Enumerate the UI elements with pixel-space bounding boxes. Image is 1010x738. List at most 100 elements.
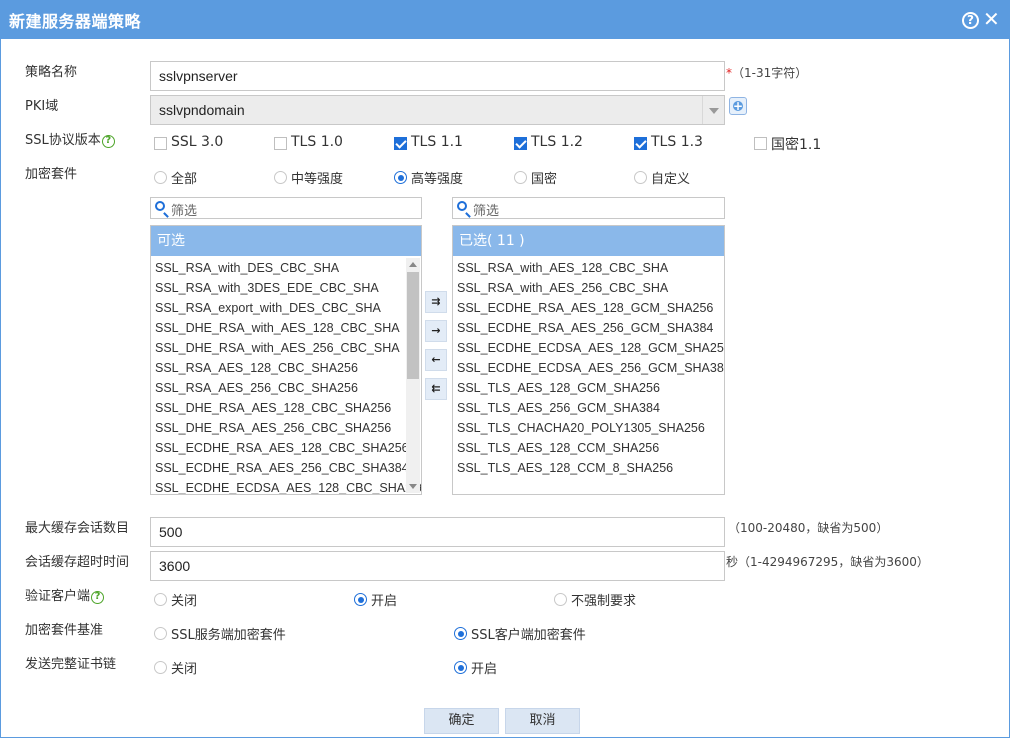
help-icon[interactable]: ? (962, 12, 979, 29)
cancel-button[interactable]: 取消 (505, 708, 580, 734)
ssl-version-label: SSL协议版本? (25, 129, 115, 148)
scrollbar-thumb[interactable] (407, 272, 419, 379)
tls11-checkbox[interactable] (394, 137, 407, 150)
cipher-custom-radio[interactable] (634, 171, 647, 184)
help-icon[interactable]: ? (101, 135, 115, 148)
list-item[interactable]: SSL_RSA_AES_128_CBC_SHA256 (155, 358, 421, 378)
list-item[interactable]: SSL_RSA_with_3DES_EDE_CBC_SHA (155, 278, 421, 298)
tls11-label: TLS 1.1 (411, 134, 463, 150)
verify-client-optional-label: 不强制要求 (571, 594, 637, 609)
list-item[interactable]: SSL_RSA_with_AES_128_CBC_SHA (457, 258, 724, 278)
move-all-right-button[interactable]: ⇉ (425, 291, 447, 313)
list-item[interactable]: SSL_TLS_AES_256_GCM_SHA384 (457, 398, 724, 418)
list-item[interactable]: SSL_ECDHE_RSA_AES_128_CBC_SHA256 (155, 438, 421, 458)
selected-items: SSL_RSA_with_AES_128_CBC_SHA SSL_RSA_with… (457, 258, 724, 478)
list-item[interactable]: SSL_ECDHE_ECDSA_AES_256_GCM_SHA384 (457, 358, 724, 378)
max-cache-hint: （100-20480，缺省为500） (728, 521, 889, 535)
selected-list-header: 已选( 11 ) (453, 226, 724, 256)
list-item[interactable]: SSL_RSA_with_AES_256_CBC_SHA (457, 278, 724, 298)
available-list-scrollbar[interactable] (406, 258, 420, 493)
verify-client-off-radio[interactable] (154, 593, 167, 606)
move-left-button[interactable]: ← (425, 349, 447, 371)
cipher-all-label: 全部 (171, 172, 198, 187)
pki-domain-value: sslvpndomain (159, 102, 245, 118)
list-item[interactable]: SSL_ECDHE_RSA_AES_256_CBC_SHA384 (155, 458, 421, 478)
cipher-medium-radio[interactable] (274, 171, 287, 184)
cipher-basis-server-label: SSL服务端加密套件 (171, 628, 286, 643)
list-item[interactable]: SSL_ECDHE_RSA_AES_128_GCM_SHA256 (457, 298, 724, 318)
available-items: SSL_RSA_with_DES_CBC_SHA SSL_RSA_with_3DE… (155, 258, 421, 494)
verify-client-on-label: 开启 (371, 594, 398, 609)
list-item[interactable]: SSL_DHE_RSA_AES_128_CBC_SHA256 (155, 398, 421, 418)
ssl30-checkbox[interactable] (154, 137, 167, 150)
tls13-checkbox[interactable] (634, 137, 647, 150)
selected-filter-input[interactable]: 筛选 (452, 197, 725, 219)
tls13-label: TLS 1.3 (651, 134, 703, 150)
list-item[interactable]: SSL_TLS_AES_128_CCM_SHA256 (457, 438, 724, 458)
verify-client-optional-radio[interactable] (554, 593, 567, 606)
cipher-basis-server-radio[interactable] (154, 627, 167, 640)
search-icon (155, 201, 165, 211)
dialog-title: 新建服务器端策略 (9, 12, 142, 31)
list-item[interactable]: SSL_ECDHE_ECDSA_AES_128_GCM_SHA256 (457, 338, 724, 358)
cache-timeout-hint: 秒（1-4294967295，缺省为3600） (726, 555, 929, 569)
chevron-down-icon[interactable] (702, 96, 724, 124)
list-item[interactable]: SSL_ECDHE_ECDSA_AES_128_CBC_SHA256 (155, 478, 421, 494)
pki-domain-select[interactable]: sslvpndomain (150, 95, 725, 125)
list-item[interactable]: SSL_TLS_AES_128_CCM_8_SHA256 (457, 458, 724, 478)
policy-name-input[interactable]: sslvpnserver (150, 61, 725, 91)
send-chain-label: 发送完整证书链 (25, 657, 117, 672)
cipher-medium-label: 中等强度 (291, 172, 344, 187)
list-item[interactable]: SSL_TLS_CHACHA20_POLY1305_SHA256 (457, 418, 724, 438)
selected-filter-placeholder: 筛选 (473, 204, 500, 219)
gm11-checkbox[interactable] (754, 137, 767, 150)
help-icon[interactable]: ? (91, 591, 105, 604)
dialog-title-bar: 新建服务器端策略 ? ✕ (0, 0, 1010, 39)
available-filter-placeholder: 筛选 (171, 204, 198, 219)
cipher-suite-label: 加密套件 (25, 167, 78, 182)
close-icon[interactable]: ✕ (983, 9, 1000, 29)
list-item[interactable]: SSL_DHE_RSA_with_AES_256_CBC_SHA (155, 338, 421, 358)
list-item[interactable]: SSL_TLS_AES_128_GCM_SHA256 (457, 378, 724, 398)
cache-timeout-input[interactable]: 3600 (150, 551, 725, 581)
verify-client-label-text: 验证客户端 (25, 589, 91, 604)
scroll-up-icon[interactable] (409, 262, 417, 267)
add-pki-domain-icon[interactable] (729, 97, 747, 115)
available-cipher-list[interactable]: 可选 SSL_RSA_with_DES_CBC_SHA SSL_RSA_with_… (150, 225, 422, 495)
list-item[interactable]: SSL_DHE_RSA_AES_256_CBC_SHA256 (155, 418, 421, 438)
scroll-down-icon[interactable] (409, 484, 417, 489)
cipher-all-radio[interactable] (154, 171, 167, 184)
max-cache-input[interactable]: 500 (150, 517, 725, 547)
tls10-label: TLS 1.0 (291, 134, 343, 150)
cipher-basis-client-radio[interactable] (454, 627, 467, 640)
move-all-left-button[interactable]: ⇇ (425, 378, 447, 400)
verify-client-label: 验证客户端? (25, 585, 105, 604)
cipher-gm-radio[interactable] (514, 171, 527, 184)
search-icon (457, 201, 467, 211)
gm11-label: 国密1.1 (771, 137, 822, 153)
policy-name-hint: *（1-31字符） (726, 64, 807, 81)
move-right-button[interactable]: → (425, 320, 447, 342)
list-item[interactable]: SSL_DHE_RSA_with_AES_128_CBC_SHA (155, 318, 421, 338)
send-chain-on-radio[interactable] (454, 661, 467, 674)
list-item[interactable]: SSL_RSA_export_with_DES_CBC_SHA (155, 298, 421, 318)
cipher-gm-label: 国密 (531, 172, 558, 187)
list-item[interactable]: SSL_RSA_AES_256_CBC_SHA256 (155, 378, 421, 398)
available-filter-input[interactable]: 筛选 (150, 197, 422, 219)
verify-client-off-label: 关闭 (171, 594, 198, 609)
selected-cipher-list[interactable]: 已选( 11 ) SSL_RSA_with_AES_128_CBC_SHA SSL… (452, 225, 725, 495)
tls12-checkbox[interactable] (514, 137, 527, 150)
cipher-high-radio[interactable] (394, 171, 407, 184)
policy-name-range: （1-31字符） (732, 66, 808, 80)
send-chain-off-radio[interactable] (154, 661, 167, 674)
cache-timeout-label: 会话缓存超时时间 (25, 555, 130, 570)
tls12-label: TLS 1.2 (531, 134, 583, 150)
verify-client-on-radio[interactable] (354, 593, 367, 606)
list-item[interactable]: SSL_RSA_with_DES_CBC_SHA (155, 258, 421, 278)
ok-button[interactable]: 确定 (424, 708, 499, 734)
tls10-checkbox[interactable] (274, 137, 287, 150)
cipher-basis-label: 加密套件基准 (25, 623, 104, 638)
send-chain-off-label: 关闭 (171, 662, 198, 677)
pki-domain-label: PKI域 (25, 99, 59, 114)
list-item[interactable]: SSL_ECDHE_RSA_AES_256_GCM_SHA384 (457, 318, 724, 338)
